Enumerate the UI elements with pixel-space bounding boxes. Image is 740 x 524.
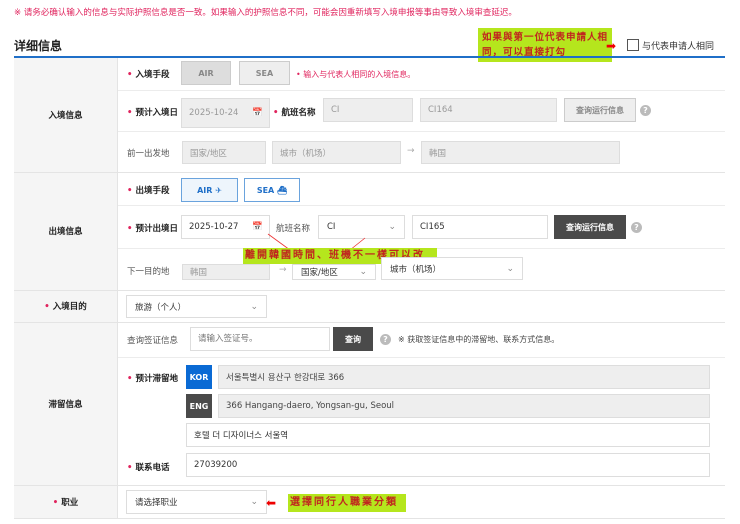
entry-lookup-button[interactable]: 查询运行信息 (564, 98, 636, 122)
eng-address-input[interactable]: 366 Hangang-daero, Yongsan-gu, Seoul (218, 394, 710, 418)
exit-sea-button[interactable]: SEA ⛴ (244, 178, 300, 202)
calendar-icon: 📅 (252, 222, 263, 232)
arrow-icon: → (407, 146, 415, 156)
prev-city-input[interactable]: 城市（机场） (272, 141, 401, 164)
entry-flight-input[interactable]: CI164 (420, 98, 557, 122)
divider (14, 56, 725, 58)
annotation-job: 選擇同行人職業分類 (288, 494, 406, 512)
chevron-down-icon: ⌄ (506, 263, 514, 274)
phone-label: 联系电话 (127, 461, 169, 473)
exit-date-input[interactable]: 2025-10-27 📅 (181, 215, 270, 239)
next-city-select[interactable]: 城市（机场） ⌄ (381, 257, 523, 280)
entry-mode-label: 入境手段 (127, 68, 169, 80)
exit-date-label: 预计出境日 (127, 222, 178, 234)
visa-lookup-label: 查询签证信息 (127, 336, 179, 346)
exit-flight-input[interactable]: CI165 (412, 215, 548, 239)
next-dest-label: 下一目的地 (127, 267, 170, 277)
arrow-left-icon: ⬅ (266, 496, 277, 510)
notice: ※ 请务必确认输入的信息与实际护照信息是否一致。如果输入的护照信息不同，可能会因… (14, 8, 517, 18)
entry-mode-note: • 输入与代表人相同的入境信息。 (296, 70, 416, 79)
entry-air-button[interactable]: AIR (181, 61, 231, 85)
exit-air-button[interactable]: AIR ✈ (181, 178, 238, 202)
exit-mode-label: 出境手段 (127, 184, 169, 196)
exit-origin-input: 韩国 (182, 264, 270, 280)
calendar-icon: 📅 (252, 108, 263, 118)
prev-country-input[interactable]: 国家/地区 (182, 141, 266, 164)
job-label: 职业 (14, 485, 118, 518)
help-icon[interactable]: ? (631, 222, 642, 233)
entry-date-label: 预计入境日 (127, 106, 178, 118)
help-icon[interactable]: ? (380, 334, 391, 345)
kor-address-input[interactable]: 서울특별시 용산구 한강대로 366 (218, 365, 710, 389)
stay-address-label: 预计滞留地 (127, 372, 178, 384)
next-country-select[interactable]: 国家/地区 ⌄ (292, 264, 376, 280)
arrow-icon: → (279, 265, 287, 275)
same-as-rep-label: 与代表申请人相同 (642, 42, 715, 52)
plane-icon: ✈ (215, 185, 222, 195)
visa-lookup-button[interactable]: 查询 (333, 327, 373, 351)
purpose-label: 入境目的 (14, 290, 118, 322)
entry-dest-input: 韩国 (421, 141, 620, 164)
visa-note: ※ 获取签证信息中的滞留地、联系方式信息。 (398, 335, 560, 344)
arrow-right-icon: ➡ (606, 39, 617, 53)
same-as-rep-checkbox[interactable] (627, 39, 639, 51)
visa-number-input[interactable] (190, 327, 330, 351)
chevron-down-icon: ⌄ (359, 267, 367, 277)
job-select[interactable]: 请选择职业 ⌄ (126, 490, 267, 514)
hotel-name-input[interactable]: 호텔 더 디자이너스 서울역 (186, 423, 710, 447)
entry-sea-button[interactable]: SEA (239, 61, 290, 85)
entry-date-input[interactable]: 2025-10-24 📅 (181, 98, 270, 128)
entry-flight-label: 航班名称 (273, 106, 315, 118)
exit-lookup-button[interactable]: 查询运行信息 (554, 215, 626, 239)
prev-departure-label: 前一出发地 (127, 149, 170, 159)
eng-badge: ENG (186, 394, 212, 418)
ship-icon: ⛴ (277, 185, 288, 195)
kor-badge: KOR (186, 365, 212, 389)
chevron-down-icon: ⌄ (250, 497, 258, 507)
chevron-down-icon: ⌄ (388, 222, 396, 232)
exit-section-label: 出境信息 (14, 172, 118, 290)
chevron-down-icon: ⌄ (250, 301, 258, 312)
purpose-select[interactable]: 旅游（个人） ⌄ (126, 295, 267, 318)
help-icon[interactable]: ? (640, 105, 651, 116)
stay-section-label: 滞留信息 (14, 322, 118, 485)
section-title: 详细信息 (14, 39, 63, 53)
entry-airline-input[interactable]: CI (323, 98, 413, 122)
phone-input[interactable]: 27039200 (186, 453, 710, 477)
entry-section-label: 入境信息 (14, 58, 118, 172)
